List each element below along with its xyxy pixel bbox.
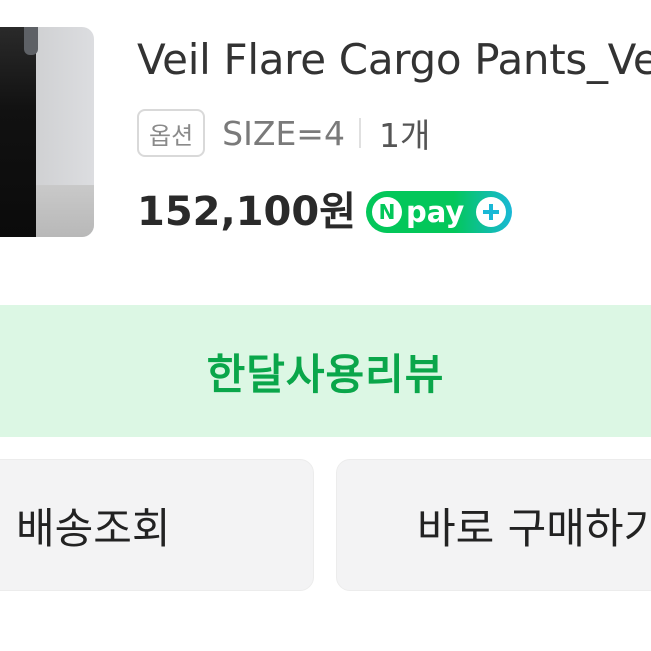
- monthly-review-label: 한달사용리뷰: [206, 349, 445, 399]
- monthly-review-button[interactable]: 한달사용리뷰: [0, 305, 651, 437]
- thumbnail-sleeve: [24, 27, 38, 55]
- option-divider: [358, 118, 361, 148]
- thumbnail-garment: [0, 27, 36, 237]
- option-value: SIZE=4: [222, 113, 345, 153]
- buy-now-label: 바로 구매하기: [417, 503, 651, 553]
- track-delivery-label: 배송조회: [16, 503, 171, 553]
- option-badge: 옵션: [137, 109, 206, 157]
- option-line: 옵션 SIZE=4 1개: [137, 107, 430, 159]
- npay-plus-badge: N pay: [366, 191, 512, 233]
- price: 152,100원: [137, 189, 356, 235]
- npay-label: pay: [406, 195, 465, 229]
- product-thumbnail[interactable]: [0, 27, 94, 237]
- plus-icon: [476, 197, 506, 227]
- track-delivery-button[interactable]: 배송조회: [0, 459, 314, 591]
- buy-now-button[interactable]: 바로 구매하기: [336, 459, 651, 591]
- quantity: 1개: [378, 116, 431, 155]
- product-title[interactable]: Veil Flare Cargo Pants_Veil: [137, 34, 651, 86]
- npay-n-icon: N: [372, 197, 402, 227]
